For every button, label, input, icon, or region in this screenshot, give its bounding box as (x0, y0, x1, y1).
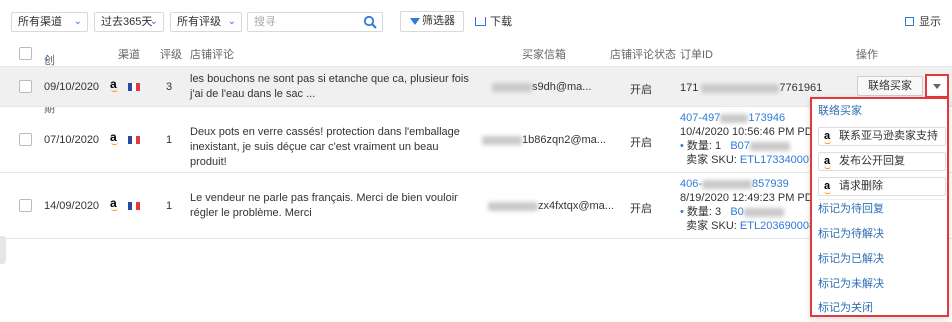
select-all-checkbox[interactable] (19, 47, 32, 60)
actions-menu: 联络买家 a 联系亚马逊卖家支持 a 发布公开回复 a 请求删除 标记为待回复 标记为… (810, 97, 949, 317)
row-buyer-email: zx4fxtqx@ma... (488, 200, 614, 212)
row-rating: 1 (166, 134, 173, 146)
menu-post-public-reply-label: 发布公开回复 (839, 155, 905, 167)
contact-buyer-button[interactable]: 联络买家 (857, 76, 923, 96)
order-quantity: 数量: 1 (686, 140, 722, 152)
row-checkbox[interactable] (19, 133, 32, 146)
row-order-details: 407-497 173946 10/4/2020 10:56:46 PM PDT … (680, 111, 828, 166)
order-id-prefix: 406- (680, 178, 703, 190)
order-id-prefix: 171 (680, 82, 699, 94)
chevron-down-icon: ⌄ (73, 16, 82, 27)
columns-icon (905, 16, 914, 26)
channel-dropdown-label: 所有渠道 (18, 16, 62, 28)
caret-down-icon (933, 84, 941, 89)
menu-post-public-reply[interactable]: a 发布公开回复 (818, 152, 946, 171)
amazon-icon: a (110, 77, 118, 92)
period-dropdown[interactable]: 过去365天 ⌄ (94, 12, 164, 32)
column-order-id: 订单ID (680, 49, 713, 61)
column-channel: 渠道 (118, 49, 140, 61)
amazon-icon: a (110, 130, 118, 145)
menu-mark-pending-reply[interactable]: 标记为待回复 (812, 197, 947, 221)
menu-mark-pending-resolve[interactable]: 标记为待解决 (812, 222, 947, 246)
column-review: 店铺评论 (190, 49, 234, 61)
amazon-icon: a (110, 196, 118, 211)
column-buyer-email: 买家信箱 (522, 49, 566, 61)
row-rating: 3 (166, 81, 173, 93)
order-asin[interactable]: B0 (730, 206, 743, 218)
menu-mark-closed[interactable]: 标记为关闭 (812, 296, 947, 320)
amazon-icon: a (824, 178, 832, 195)
filter-button-label: 筛选器 (422, 15, 455, 27)
row-review: Le vendeur ne parle pas français. Merci … (190, 192, 458, 219)
row-order-details: 406- 857939 8/19/2020 12:49:23 PM PDT • 数… (680, 177, 828, 232)
row-date: 09/10/2020 (44, 81, 100, 93)
row-status: 开启 (630, 203, 652, 215)
toolbar: 所有渠道 ⌄ 过去365天 ⌄ 所有评级 ⌄ 筛选器 下载 显示 (0, 0, 952, 40)
france-flag-icon (128, 83, 140, 91)
column-rating: 评级 (160, 49, 182, 61)
menu-contact-amazon-support[interactable]: a 联系亚马逊卖家支持 (818, 127, 946, 146)
order-quantity: 数量: 3 (686, 206, 722, 218)
row-buyer-email-text: zx4fxtqx@ma... (538, 200, 614, 212)
row-order-id: 171 7761961 (680, 81, 822, 95)
row-date: 14/09/2020 (44, 200, 100, 212)
chevron-down-icon: ⌄ (227, 16, 236, 27)
amazon-icon: a (824, 128, 832, 145)
period-dropdown-label: 过去365天 (101, 16, 153, 28)
sort-down-icon: ↓ (44, 52, 50, 64)
side-panel-handle[interactable] (0, 236, 6, 264)
table-header: 创建日期 ↓ 渠道 评级 店铺评论 买家信箱 店铺评论状态 订单ID 操作 (0, 40, 952, 115)
menu-request-removal[interactable]: a 请求删除 (818, 177, 946, 196)
search-box (247, 12, 383, 32)
row-buyer-email: 1b86zqn2@ma... (482, 134, 606, 146)
amazon-icon: a (824, 153, 832, 170)
order-id-link[interactable]: 407-497 173946 (680, 111, 828, 125)
order-id-prefix: 407-497 (680, 112, 721, 124)
menu-mark-unresolved[interactable]: 标记为未解决 (812, 272, 947, 296)
order-id-suffix: 7761961 (779, 82, 823, 94)
menu-contact-amazon-support-label: 联系亚马逊卖家支持 (839, 130, 938, 142)
menu-mark-resolved[interactable]: 标记为已解决 (812, 247, 947, 271)
order-sku-label: 卖家 SKU: (686, 220, 737, 232)
column-review-status: 店铺评论状态 (610, 49, 676, 61)
actions-dropdown-toggle[interactable] (925, 74, 949, 98)
row-status: 开启 (630, 137, 652, 149)
rating-dropdown[interactable]: 所有评级 ⌄ (170, 12, 242, 32)
row-status: 开启 (630, 84, 652, 96)
display-button[interactable]: 显示 (905, 13, 941, 31)
rating-dropdown-label: 所有评级 (177, 16, 221, 28)
row-date: 07/10/2020 (44, 134, 100, 146)
search-input[interactable] (248, 13, 354, 31)
order-time: 8/19/2020 12:49:23 PM PDT (680, 192, 820, 204)
order-id-suffix: 857939 (752, 178, 789, 190)
row-review: Deux pots en verre cassés! protection da… (190, 126, 460, 168)
chevron-down-icon: ⌄ (149, 16, 158, 27)
menu-contact-buyer[interactable]: 联络买家 (812, 99, 947, 123)
row-buyer-email-text: s9dh@ma... (532, 81, 592, 93)
france-flag-icon (128, 202, 140, 210)
order-id-link[interactable]: 406- 857939 (680, 177, 828, 191)
filter-icon (410, 18, 420, 25)
row-rating: 1 (166, 200, 173, 212)
order-time: 10/4/2020 10:56:46 PM PDT (680, 126, 820, 138)
search-icon[interactable] (363, 15, 377, 29)
row-checkbox[interactable] (19, 199, 32, 212)
row-checkbox[interactable] (19, 80, 32, 93)
order-sku-label: 卖家 SKU: (686, 154, 737, 166)
row-buyer-email: s9dh@ma... (492, 81, 591, 93)
channel-dropdown[interactable]: 所有渠道 ⌄ (11, 12, 88, 32)
display-button-label: 显示 (919, 16, 941, 28)
france-flag-icon (128, 136, 140, 144)
download-button[interactable]: 下载 (475, 13, 512, 31)
filter-button[interactable]: 筛选器 (400, 11, 464, 32)
column-actions: 操作 (856, 49, 878, 61)
row-buyer-email-text: 1b86zqn2@ma... (522, 134, 606, 146)
order-id-suffix: 173946 (748, 112, 786, 124)
download-button-label: 下载 (490, 16, 512, 28)
row-review: les bouchons ne sont pas si etanche que … (190, 73, 469, 100)
order-asin[interactable]: B07 (730, 140, 750, 152)
download-icon (475, 16, 486, 26)
menu-request-removal-label: 请求删除 (839, 180, 883, 192)
